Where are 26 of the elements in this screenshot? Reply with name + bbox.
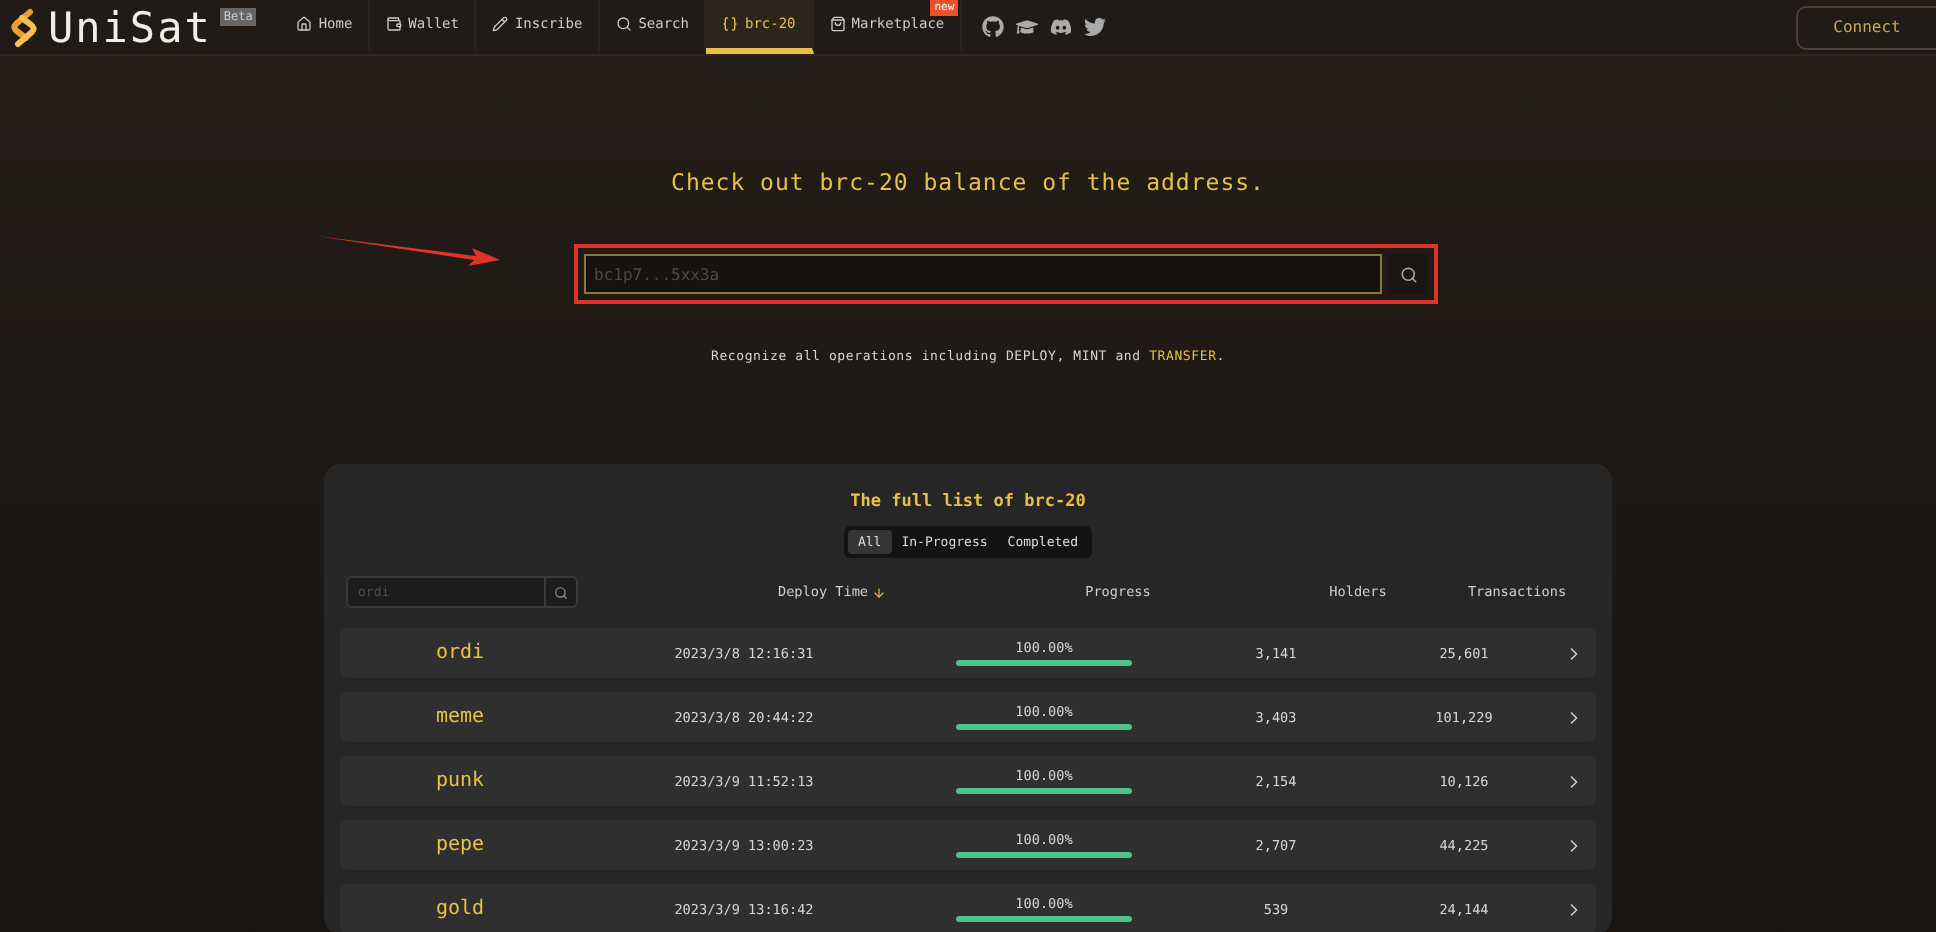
ticker-name: pepe <box>434 834 487 856</box>
graduation-cap-icon[interactable] <box>1016 16 1039 38</box>
sort-arrow-icon <box>872 585 886 599</box>
github-icon[interactable] <box>982 16 1005 38</box>
braces-icon <box>722 16 739 32</box>
connect-button[interactable]: Connect <box>1796 5 1936 49</box>
ticker-name: gold <box>434 898 487 920</box>
logo-icon <box>8 7 40 47</box>
bag-icon <box>829 16 846 32</box>
search-icon <box>616 16 633 32</box>
brand-name: UniSat <box>48 3 212 51</box>
search-icon <box>1399 265 1417 283</box>
wallet-icon <box>386 16 403 32</box>
twitter-icon[interactable] <box>1084 16 1107 38</box>
ticker-name: meme <box>434 706 487 728</box>
list-title: The full list of brc-20 <box>850 492 1086 512</box>
home-icon <box>296 16 313 32</box>
search-button[interactable] <box>546 576 578 608</box>
ticker-name: punk <box>434 770 487 792</box>
hero-title: Check out brc-20 balance of the address. <box>671 168 1265 196</box>
address-field[interactable]: bc1p7...5xx3a <box>584 254 1382 294</box>
search-icon <box>554 585 568 599</box>
pencil-icon <box>492 16 509 32</box>
discord-icon[interactable] <box>1050 16 1073 38</box>
search-button[interactable] <box>1388 254 1428 294</box>
ticker-name: ordi <box>434 642 487 664</box>
